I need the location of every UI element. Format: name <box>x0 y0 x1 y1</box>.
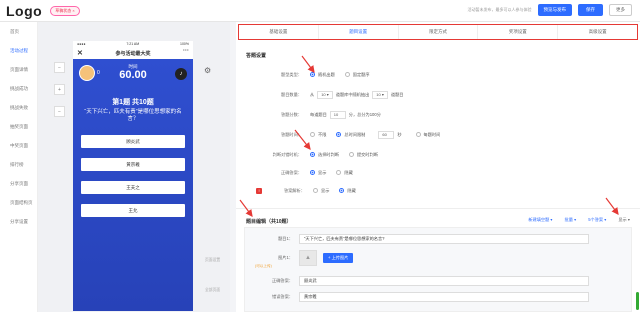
arrow-display-dropdown <box>605 197 619 215</box>
arrow-question-list <box>239 199 253 217</box>
annotation-arrows <box>239 55 619 217</box>
arrow-question-type <box>301 55 315 73</box>
arrow-judge-timing <box>294 129 311 150</box>
